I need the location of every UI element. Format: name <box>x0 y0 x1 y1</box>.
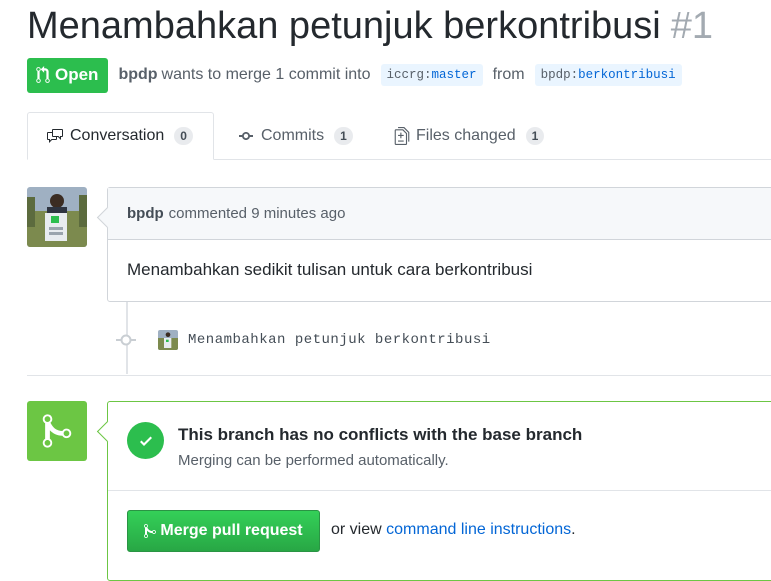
tab-label: Conversation <box>70 127 165 144</box>
pr-meta: Open bpdp wants to merge 1 commit into i… <box>27 57 688 93</box>
merge-box: This branch has no conflicts with the ba… <box>107 401 771 581</box>
merge-status-title: This branch has no conflicts with the ba… <box>178 425 583 444</box>
merge-actions: Merge pull request or view command line … <box>108 491 771 581</box>
git-merge-icon <box>144 523 157 538</box>
tab-label: Commits <box>261 127 325 144</box>
base-ref-sep: : <box>424 68 432 82</box>
pr-tabs: Conversation 0 Commits 1 Files changed 1 <box>0 112 771 160</box>
comment-box: bpdp commented 9 minutes ago Menambahkan… <box>107 187 771 302</box>
tab-counter: 0 <box>174 127 193 145</box>
comment-discussion-icon <box>47 129 63 143</box>
git-commit-icon <box>116 334 136 346</box>
command-line-instructions-link[interactable]: command line instructions <box>386 521 571 538</box>
pr-number: #1 <box>670 5 713 47</box>
merge-status-subtitle: Merging can be performed automatically. <box>178 452 449 469</box>
avatar[interactable] <box>27 187 87 247</box>
head-ref[interactable]: bpdp:berkontribusi <box>534 64 682 86</box>
avatar-photo-icon <box>158 330 178 350</box>
commit-item: Menambahkan petunjuk berkontribusi <box>116 326 491 354</box>
base-branch: master <box>431 68 477 82</box>
tab-label: Files changed <box>416 127 516 144</box>
comment-timestamp: commented 9 minutes ago <box>168 205 346 222</box>
alt-prefix: or view <box>331 521 382 538</box>
state-label: Open <box>55 65 99 84</box>
tab-files-changed[interactable]: Files changed 1 <box>394 112 545 160</box>
head-repo: bpdp <box>540 68 571 82</box>
state-badge: Open <box>27 57 109 93</box>
base-ref[interactable]: iccrg:master <box>380 64 483 86</box>
commit-message[interactable]: Menambahkan petunjuk berkontribusi <box>188 332 491 348</box>
author-link[interactable]: bpdp <box>118 66 157 84</box>
comment-header: bpdp commented 9 minutes ago <box>108 188 771 240</box>
tab-counter: 1 <box>525 127 545 145</box>
avatar-photo-icon <box>27 187 87 247</box>
alt-instructions: or view command line instructions. <box>331 521 576 539</box>
check-icon <box>139 436 152 446</box>
base-repo: iccrg <box>386 68 425 82</box>
commit-avatar[interactable] <box>158 330 178 350</box>
merge-status: This branch has no conflicts with the ba… <box>108 402 771 491</box>
tab-conversation[interactable]: Conversation 0 <box>27 112 214 160</box>
comment-author[interactable]: bpdp <box>127 205 164 222</box>
alt-suffix: . <box>571 521 576 538</box>
git-pull-request-icon <box>36 66 50 83</box>
diff-icon <box>394 127 410 145</box>
merge-button-label: Merge pull request <box>160 522 303 539</box>
head-ref-sep: : <box>570 68 579 82</box>
check-circle-icon <box>127 422 164 459</box>
pr-title: Menambahkan petunjuk berkontribusi <box>27 5 661 47</box>
from-text: from <box>492 66 525 83</box>
timeline-divider <box>27 375 771 376</box>
tab-commits[interactable]: Commits 1 <box>237 112 353 160</box>
git-commit-icon <box>239 132 253 140</box>
merge-text: wants to merge 1 commit into <box>161 66 371 83</box>
tab-counter: 1 <box>334 127 353 145</box>
pr-title-row: Menambahkan petunjuk berkontribusi #1 <box>27 2 713 50</box>
merge-pull-request-button[interactable]: Merge pull request <box>127 510 320 552</box>
merge-icon-box <box>27 401 87 461</box>
git-merge-icon <box>42 414 72 448</box>
head-branch: berkontribusi <box>578 68 676 82</box>
comment-body: Menambahkan sedikit tulisan untuk cara b… <box>127 260 533 279</box>
